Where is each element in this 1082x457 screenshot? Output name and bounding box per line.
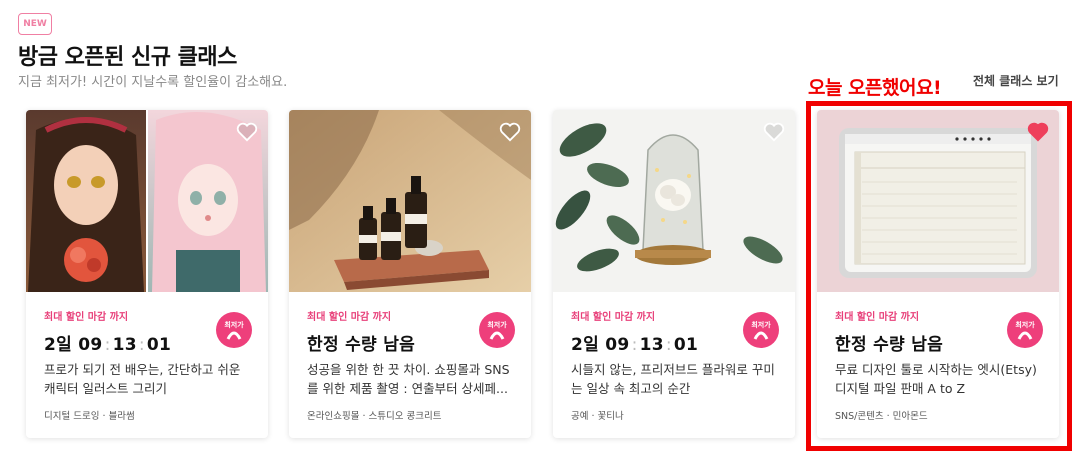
heart-icon[interactable]: [499, 122, 521, 142]
section-title: 방금 오픈된 신규 클래스: [18, 45, 237, 70]
countdown-hours: 09: [78, 335, 103, 355]
countdown-days: 2일: [571, 335, 600, 355]
class-thumbnail: [289, 110, 531, 292]
heart-icon[interactable]: [1027, 122, 1049, 142]
class-meta: SNS/콘텐츠 · 민아몬드: [835, 411, 928, 422]
countdown-seconds: 01: [146, 335, 172, 355]
badge-arrow-icon: [1017, 331, 1033, 340]
section-subtitle: 지금 최저가! 시간이 지날수록 할인율이 감소해요.: [18, 75, 288, 90]
class-meta: 디지털 드로잉 · 블라썸: [44, 411, 135, 422]
class-meta: 공예 · 꽃티나: [571, 411, 624, 422]
badge-arrow-icon: [753, 331, 769, 340]
class-meta: 온라인쇼핑몰 · 스튜디오 콩크리트: [307, 411, 442, 422]
countdown-minutes: 13: [112, 335, 137, 355]
lowest-price-badge: 최저가: [1007, 312, 1043, 348]
class-card[interactable]: 최대 할인 마감 까지 한정 수량 남음 무료 디자인 툴로 시작하는 엣시(E…: [817, 110, 1059, 438]
lowest-price-badge: 최저가: [743, 312, 779, 348]
class-description: 프로가 되기 전 배우는, 간단하고 쉬운 캐릭터 일러스트 그리기: [44, 362, 241, 396]
class-thumbnail: [817, 110, 1059, 292]
view-all-classes-link[interactable]: 전체 클래스 보기: [973, 72, 1059, 89]
class-description: 무료 디자인 툴로 시작하는 엣시(Etsy) 디지털 파일 판매 A to Z: [835, 362, 1037, 396]
countdown-days: 2일: [44, 335, 73, 355]
class-description: 성공을 위한 한 끗 차이. 쇼핑몰과 SNS를 위한 제품 촬영 : 연출부터…: [307, 362, 510, 396]
countdown-hours: 09: [605, 335, 630, 355]
badge-arrow-icon: [226, 331, 242, 340]
class-card[interactable]: 최대 할인 마감 까지 2일 09:13:01 시들지 않는, 프리저브드 플라…: [553, 110, 795, 438]
class-card[interactable]: 최대 할인 마감 까지 한정 수량 남음 성공을 위한 한 끗 차이. 쇼핑몰과…: [289, 110, 531, 438]
heart-icon[interactable]: [236, 122, 258, 142]
countdown-minutes: 13: [639, 335, 664, 355]
badge-arrow-icon: [489, 331, 505, 340]
class-description: 시들지 않는, 프리저브드 플라워로 꾸미는 일상 속 최고의 순간: [571, 362, 775, 396]
lowest-price-badge: 최저가: [479, 312, 515, 348]
countdown-seconds: 01: [673, 335, 699, 355]
lowest-price-badge: 최저가: [216, 312, 252, 348]
class-card[interactable]: 최대 할인 마감 까지 2일 09:13:01 프로가 되기 전 배우는, 간단…: [26, 110, 268, 438]
annotation-label: 오늘 오픈했어요!: [808, 77, 942, 99]
new-badge: NEW: [18, 13, 52, 35]
heart-icon[interactable]: [763, 122, 785, 142]
class-thumbnail: [26, 110, 268, 292]
class-thumbnail: [553, 110, 795, 292]
